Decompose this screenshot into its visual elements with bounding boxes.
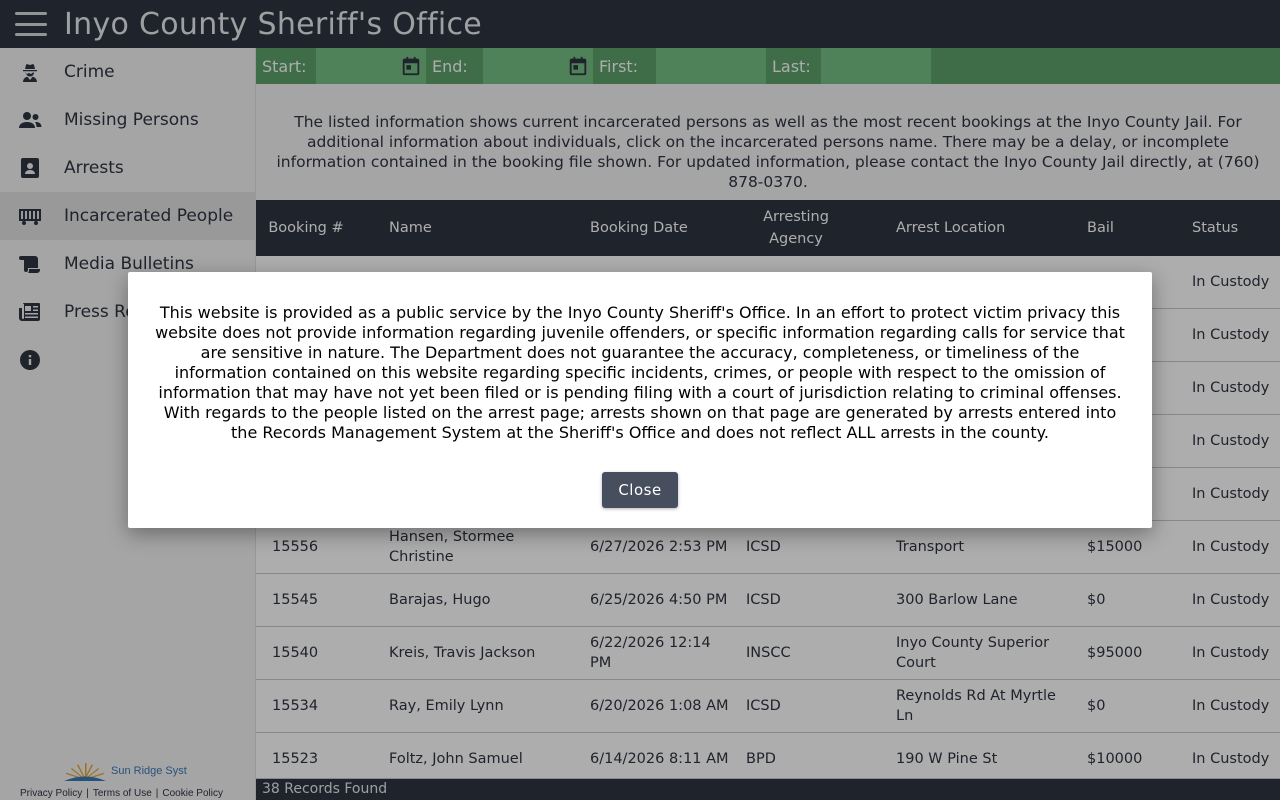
disclaimer-dialog: This website is provided as a public ser… [128, 272, 1152, 528]
disclaimer-text: This website is provided as a public ser… [155, 303, 1125, 442]
close-button[interactable]: Close [602, 472, 678, 508]
